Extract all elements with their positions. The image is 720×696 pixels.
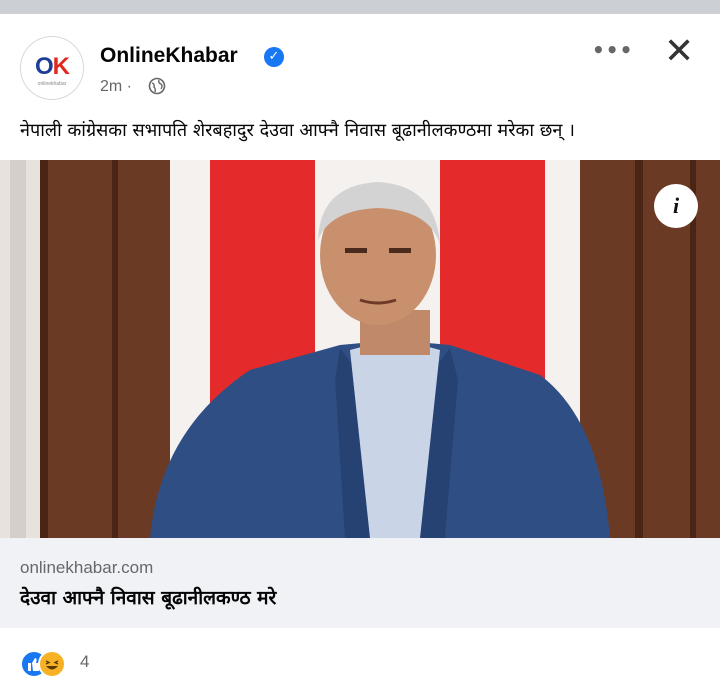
post-card: OK onlinekhabar OnlineKhabar ✓ 2m · ••• … xyxy=(0,14,720,696)
page-avatar[interactable]: OK onlinekhabar xyxy=(20,36,84,100)
avatar-logo-subtext: onlinekhabar xyxy=(37,81,67,87)
link-title: देउवा आफ्नै निवास बूढानीलकण्ठ मरे xyxy=(20,587,277,609)
close-button[interactable]: ✕ xyxy=(664,34,694,70)
avatar-logo: OK xyxy=(34,53,70,80)
post-photo[interactable] xyxy=(0,160,720,538)
verified-icon: ✓ xyxy=(264,47,284,67)
globe-icon xyxy=(148,77,166,95)
haha-icon xyxy=(38,650,66,678)
post-timestamp[interactable]: 2m · xyxy=(100,78,132,96)
reaction-count: 4 xyxy=(80,652,90,671)
post-caption: नेपाली कांग्रेसका सभापति शेरबहादुर देउवा… xyxy=(20,120,575,141)
top-separator xyxy=(0,0,720,14)
info-button[interactable]: i xyxy=(654,184,698,228)
page-name-link[interactable]: OnlineKhabar xyxy=(100,44,238,68)
link-domain: onlinekhabar.com xyxy=(20,558,154,577)
more-options-button[interactable]: ••• xyxy=(592,38,633,62)
link-preview[interactable]: onlinekhabar.com देउवा आफ्नै निवास बूढान… xyxy=(0,538,720,628)
